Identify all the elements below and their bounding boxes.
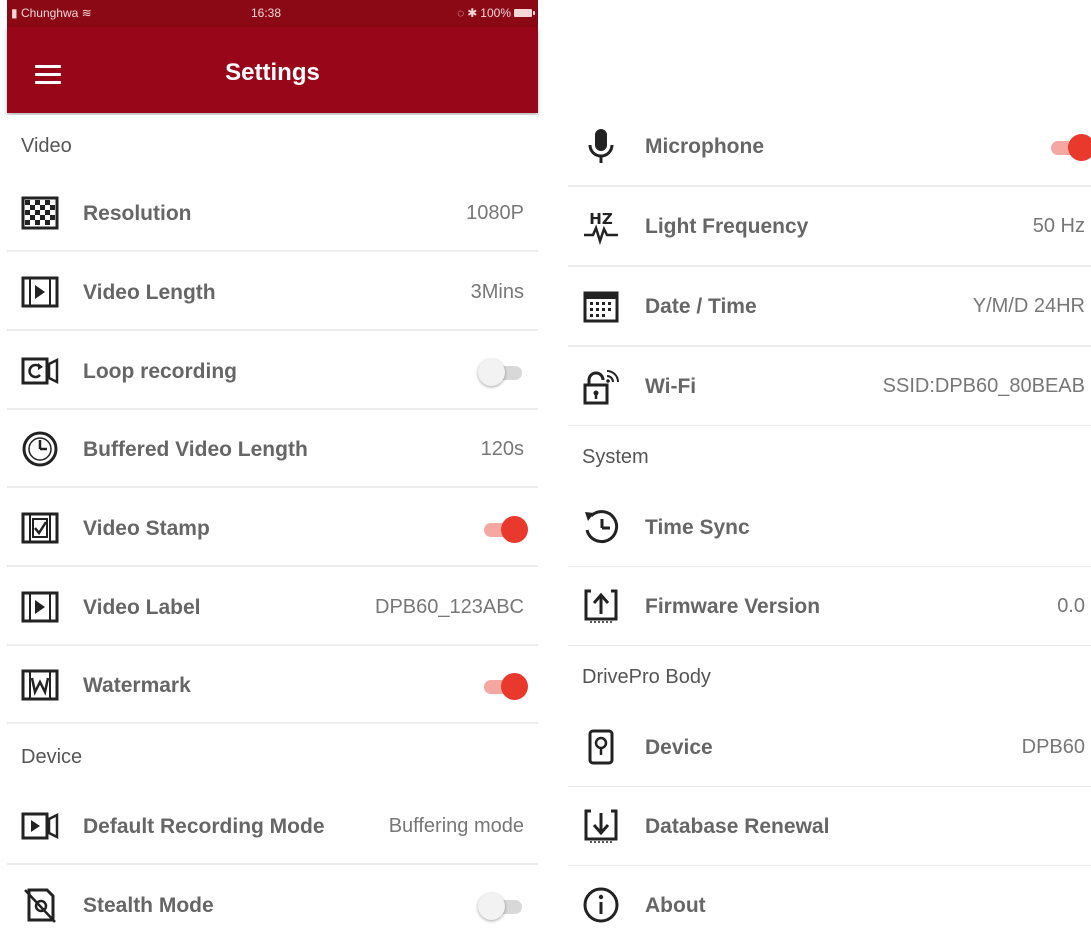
microphone-icon: [588, 129, 614, 163]
setting-value: 120s: [480, 438, 524, 460]
setting-value: DPB60_123ABC: [375, 596, 524, 618]
setting-row-buffered-length[interactable]: Buffered Video Length 120s: [7, 411, 538, 488]
setting-row-time-sync[interactable]: Time Sync: [568, 488, 1091, 568]
setting-label: Loop recording: [83, 360, 237, 383]
calendar-icon: [583, 291, 619, 323]
setting-value: 1080P: [466, 202, 524, 224]
status-bar: ▮ Chunghwa ≋ 16:38 ◌ ✱ 100%: [7, 0, 538, 27]
setting-value: Y/M/D 24HR: [972, 295, 1085, 317]
setting-value: 3Mins: [470, 281, 524, 303]
setting-row-default-recording-mode[interactable]: Default Recording Mode Buffering mode: [7, 788, 538, 865]
setting-row-video-length[interactable]: Video Length 3Mins: [7, 254, 538, 331]
stealth-mode-toggle[interactable]: [478, 892, 524, 920]
setting-label: Wi-Fi: [645, 375, 697, 398]
section-title: Video: [21, 135, 72, 157]
setting-label: Video Length: [83, 281, 216, 304]
setting-value: 0.0: [1057, 595, 1085, 617]
battery-level: 100%: [480, 6, 511, 20]
hz-wave-icon: HZ: [584, 210, 618, 245]
setting-label: Stealth Mode: [83, 894, 214, 917]
clock-icon: [22, 431, 58, 467]
setting-label: Video Label: [83, 596, 201, 619]
section-header-video: Video: [7, 115, 538, 175]
page-title: Settings: [225, 59, 320, 86]
section-header-device: Device: [7, 726, 538, 786]
setting-row-database-renewal[interactable]: Database Renewal: [568, 787, 1091, 867]
setting-label: Time Sync: [645, 516, 750, 539]
video-camera-icon: [21, 812, 59, 840]
setting-value: Buffering mode: [388, 815, 524, 837]
film-play-icon: [21, 276, 59, 308]
carrier-name: ▮ Chunghwa ≋: [11, 6, 92, 20]
wifi-lock-icon: [583, 370, 619, 405]
setting-value: SSID:DPB60_80BEAB: [882, 375, 1085, 397]
film-play-icon: [21, 591, 59, 623]
setting-row-light-frequency[interactable]: HZ Light Frequency 50 Hz: [568, 187, 1091, 267]
location-icon: ◌: [457, 6, 465, 20]
section-title: System: [582, 446, 649, 468]
svg-text:HZ: HZ: [589, 210, 613, 228]
setting-value: DPB60: [1021, 736, 1085, 758]
setting-row-about[interactable]: About: [568, 866, 1091, 926]
setting-row-video-label[interactable]: Video Label DPB60_123ABC: [7, 569, 538, 646]
device-icon: [588, 729, 614, 765]
setting-row-wifi[interactable]: Wi-Fi SSID:DPB60_80BEAB: [568, 347, 1091, 427]
setting-row-watermark[interactable]: Watermark: [7, 647, 538, 724]
setting-label: Resolution: [83, 202, 192, 225]
film-w-icon: [21, 669, 59, 701]
loop-camera-icon: [21, 357, 59, 385]
info-icon: [583, 887, 619, 923]
setting-label: Buffered Video Length: [83, 438, 308, 461]
setting-row-stealth-mode[interactable]: Stealth Mode: [7, 867, 538, 944]
setting-label: Video Stamp: [83, 517, 210, 540]
video-stamp-toggle[interactable]: [484, 515, 528, 543]
setting-label: Microphone: [645, 135, 764, 158]
download-icon: [584, 809, 618, 843]
setting-label: Default Recording Mode: [83, 815, 325, 838]
setting-row-device[interactable]: Device DPB60: [568, 708, 1091, 788]
setting-label: Database Renewal: [645, 815, 830, 838]
upload-icon: [584, 589, 618, 623]
setting-label: About: [645, 894, 706, 917]
status-time: 16:38: [251, 6, 282, 20]
section-header-drivepro-body: DrivePro Body: [568, 646, 1091, 708]
setting-label: Date / Time: [645, 295, 757, 318]
status-right: ◌ ✱ 100%: [457, 6, 535, 20]
app-bar: Settings: [7, 27, 538, 113]
setting-label: Device: [645, 736, 713, 759]
settings-screen-left: ▮ Chunghwa ≋ 16:38 ◌ ✱ 100% Settings Vid…: [7, 0, 538, 944]
setting-row-resolution[interactable]: Resolution 1080P: [7, 175, 538, 252]
setting-row-loop-recording[interactable]: Loop recording: [7, 333, 538, 410]
watermark-toggle[interactable]: [484, 672, 528, 700]
section-header-system: System: [568, 426, 1091, 488]
stealth-icon: [24, 888, 56, 923]
setting-row-video-stamp[interactable]: Video Stamp: [7, 490, 538, 567]
checkerboard-icon: [21, 196, 59, 230]
film-check-icon: [21, 512, 59, 544]
section-title: Device: [21, 746, 83, 768]
setting-row-firmware-version[interactable]: Firmware Version 0.0: [568, 567, 1091, 647]
settings-screen-right: Microphone HZ Light Frequency 50 Hz Date…: [568, 0, 1091, 926]
setting-label: Light Frequency: [645, 215, 809, 238]
microphone-toggle[interactable]: [1051, 133, 1091, 161]
setting-row-date-time[interactable]: Date / Time Y/M/D 24HR: [568, 267, 1091, 347]
loop-recording-toggle[interactable]: [478, 358, 524, 386]
section-title: DrivePro Body: [582, 666, 711, 688]
clock-sync-icon: [585, 510, 619, 544]
setting-label: Watermark: [83, 674, 191, 697]
setting-row-microphone[interactable]: Microphone: [568, 107, 1091, 187]
setting-value: 50 Hz: [1032, 215, 1085, 237]
battery-icon: [514, 9, 535, 17]
setting-label: Firmware Version: [645, 595, 821, 618]
bluetooth-icon: ✱: [467, 6, 478, 20]
